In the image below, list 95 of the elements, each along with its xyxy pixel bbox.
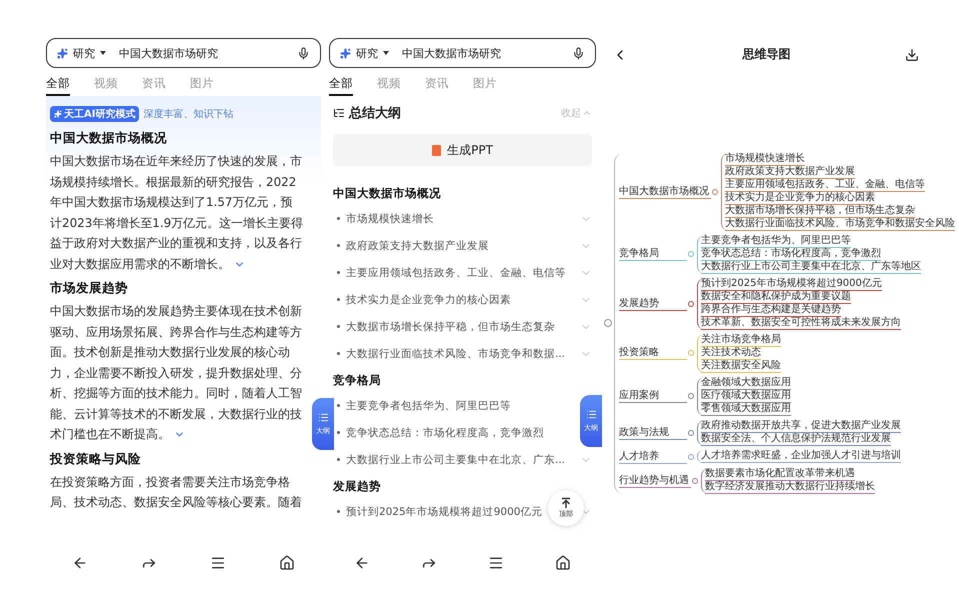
search-query: 中国大数据市场研究 [119, 46, 219, 60]
leaf-label: 关注技术动态 [701, 346, 761, 360]
leaf-label: 关注市场竞争格局 [701, 334, 781, 346]
mode-badge: 天工AI研究模式 [50, 106, 140, 122]
caret-icon [383, 51, 389, 55]
bullet-icon [337, 510, 340, 513]
sparkle-icon [57, 48, 68, 58]
outline-item[interactable]: 主要竞争者包括华为、阿里巴巴等 [346, 398, 511, 412]
leaf-label: 零售领域大数据应用 [701, 402, 791, 416]
leaf-label: 政府推动数据开放共享，促进大数据产业发展 [701, 420, 901, 432]
leaf-label: 政府政策支持大数据产业发展 [725, 166, 855, 178]
node-circle-icon [712, 188, 718, 194]
bullet-icon [337, 458, 340, 461]
section-paragraph: 中国大数据市场的发展趋势主要体现在技术创新驱动、应用场景拓展、跨界合作与生态构建等方面。技术创新是推动大数据行业发展的核心动力，企业需要不断投入研发，提升数据处理、分析、挖掘等方面的技术能力。同时，随着人工智能、云计算等技术的不断发展，大数据行业的技术门槛也在不断提高。 [49, 303, 303, 443]
outline-heading: 竞争格局 [332, 372, 382, 389]
section-heading: 投资策略与风险 [48, 450, 142, 468]
leaf-label: 关注数据安全风险 [701, 360, 781, 372]
menu-icon[interactable] [488, 555, 504, 571]
document-icon [432, 144, 442, 156]
search-field[interactable]: 研究 中国大数据市场研究 [329, 38, 596, 68]
outline-item[interactable]: 主要应用领域包括政务、工业、金融、电信等 [346, 266, 566, 280]
bullet-icon [337, 271, 340, 274]
menu-icon[interactable] [210, 555, 226, 571]
bullet-icon [337, 244, 340, 247]
home-icon[interactable] [554, 555, 571, 571]
branch-label: 行业趋势与机遇 [619, 474, 691, 488]
node-circle-icon [688, 393, 694, 399]
branch-label: 发展趋势 [619, 296, 687, 310]
bullet-icon [337, 431, 340, 434]
leaf-label: 主要竞争者包括华为、阿里巴巴等 [701, 234, 851, 248]
outline-item[interactable]: 政府政策支持大数据产业发展 [346, 238, 489, 252]
outline-title: 总结大纲 [333, 104, 401, 122]
bullet-icon [337, 298, 340, 301]
node-circle-icon [688, 430, 694, 436]
outline-item[interactable]: 大数据行业上市公司主要集中在北京、广东... [346, 452, 566, 466]
badge-note: 深度丰富、知识下钻 [143, 108, 234, 121]
leaf-label: 市场规模快速增长 [725, 152, 805, 166]
node-circle-icon [688, 454, 694, 460]
branch-label: 中国大数据市场概况 [619, 184, 711, 198]
leaf-label: 人才培养需求旺盛，企业加强人才引进与培训 [701, 450, 901, 463]
section-heading: 市场发展趋势 [49, 279, 129, 297]
microphone-icon[interactable] [572, 46, 585, 60]
section-paragraph: 中国大数据市场在近年来经历了快速的发展，市场规模持续增长。根据最新的研究报告，2022年中国大数据市场规模达到了1.57万亿元，预计2023年将增长至1.9万亿元。这一增长主要得益于政府对大数据产业的重视和支持，以及各行业对大数据应用需求的不断增长。 [49, 153, 304, 272]
outline-item[interactable]: 技术实力是企业竞争力的核心因素 [346, 292, 511, 306]
branch-label: 政策与法规 [619, 426, 687, 440]
node-circle-icon [688, 300, 694, 306]
generate-ppt-button[interactable]: 生成PPT [333, 134, 592, 166]
search-mode[interactable]: 研究 [356, 46, 378, 60]
download-icon[interactable] [905, 48, 919, 62]
branch-label: 竞争格局 [619, 247, 687, 261]
sparkle-icon [340, 48, 351, 58]
section-paragraph: 在投资策略方面，投资者需要关注市场竞争格局、技术动态、数据安全风险等核心要素。随着 [49, 474, 303, 511]
page-title: 思维导图 [742, 46, 790, 63]
bullet-icon [337, 352, 340, 355]
leaf-label: 跨界合作与生态构建是关键趋势 [701, 304, 841, 316]
branch-label: 投资策略 [619, 346, 687, 360]
outline-item[interactable]: 大数据行业面临技术风险、市场竞争和数据... [346, 346, 566, 360]
leaf-label: 数据安全法、个人信息保护法规范行业发展 [701, 432, 891, 446]
section-heading: 中国大数据市场概况 [49, 129, 168, 147]
arrow-up-to-line-icon [560, 497, 572, 509]
leaf-label: 预计到2025年市场规模将超过9000亿元 [701, 278, 882, 290]
outline-item[interactable]: 市场规模快速增长 [346, 212, 434, 226]
leaf-label: 大数据行业上市公司主要集中在北京、广东等地区 [701, 260, 921, 274]
leaf-label: 主要应用领域包括政务、工业、金融、电信等 [725, 178, 925, 192]
root-node-icon [604, 319, 612, 327]
node-circle-icon [692, 478, 698, 484]
search-field[interactable]: 研究 中国大数据市场研究 [46, 38, 321, 68]
leaf-label: 数据要素市场化配置改革带来机遇 [705, 468, 855, 480]
outline-item[interactable]: 竞争状态总结：市场化程度高，竞争激烈 [346, 426, 544, 440]
microphone-icon[interactable] [297, 46, 310, 60]
leaf-label: 技术革新、数据安全可控性将成未来发展方向 [701, 316, 901, 330]
bullet-icon [337, 404, 340, 407]
node-circle-icon [688, 350, 694, 356]
branch-label: 人才培养 [619, 450, 687, 464]
leaf-label: 技术实力是企业竞争力的核心因素 [725, 192, 875, 204]
leaf-label: 金融领域大数据应用 [701, 376, 791, 390]
leaf-label: 医疗领域大数据应用 [701, 390, 791, 402]
leaf-label: 数字经济发展推动大数据行业持续增长 [705, 480, 875, 494]
node-circle-icon [688, 251, 694, 257]
caret-icon [100, 51, 106, 55]
leaf-label: 数据安全和隐私保护成为重要议题 [701, 290, 851, 304]
branch-label: 应用案例 [619, 389, 687, 403]
outline-heading: 中国大数据市场概况 [332, 185, 442, 202]
outline-heading: 发展趋势 [332, 478, 382, 495]
list-icon [333, 107, 345, 119]
home-icon[interactable] [278, 555, 295, 571]
leaf-label: 大数据市场增长保持平稳，但市场生态复杂 [725, 204, 915, 218]
bullet-icon [337, 217, 340, 220]
search-mode[interactable]: 研究 [73, 46, 95, 60]
bullet-icon [337, 325, 340, 328]
outline-item[interactable]: 大数据市场增长保持平稳，但市场生态复杂 [346, 320, 555, 334]
outline-item[interactable]: 预计到2025年市场规模将超过9000亿元 [346, 504, 542, 518]
leaf-label: 大数据行业面临技术风险、市场竞争和数据安全风险 [725, 218, 955, 230]
search-query: 中国大数据市场研究 [402, 46, 502, 60]
leaf-label: 竞争状态总结：市场化程度高，竞争激烈 [701, 248, 881, 260]
